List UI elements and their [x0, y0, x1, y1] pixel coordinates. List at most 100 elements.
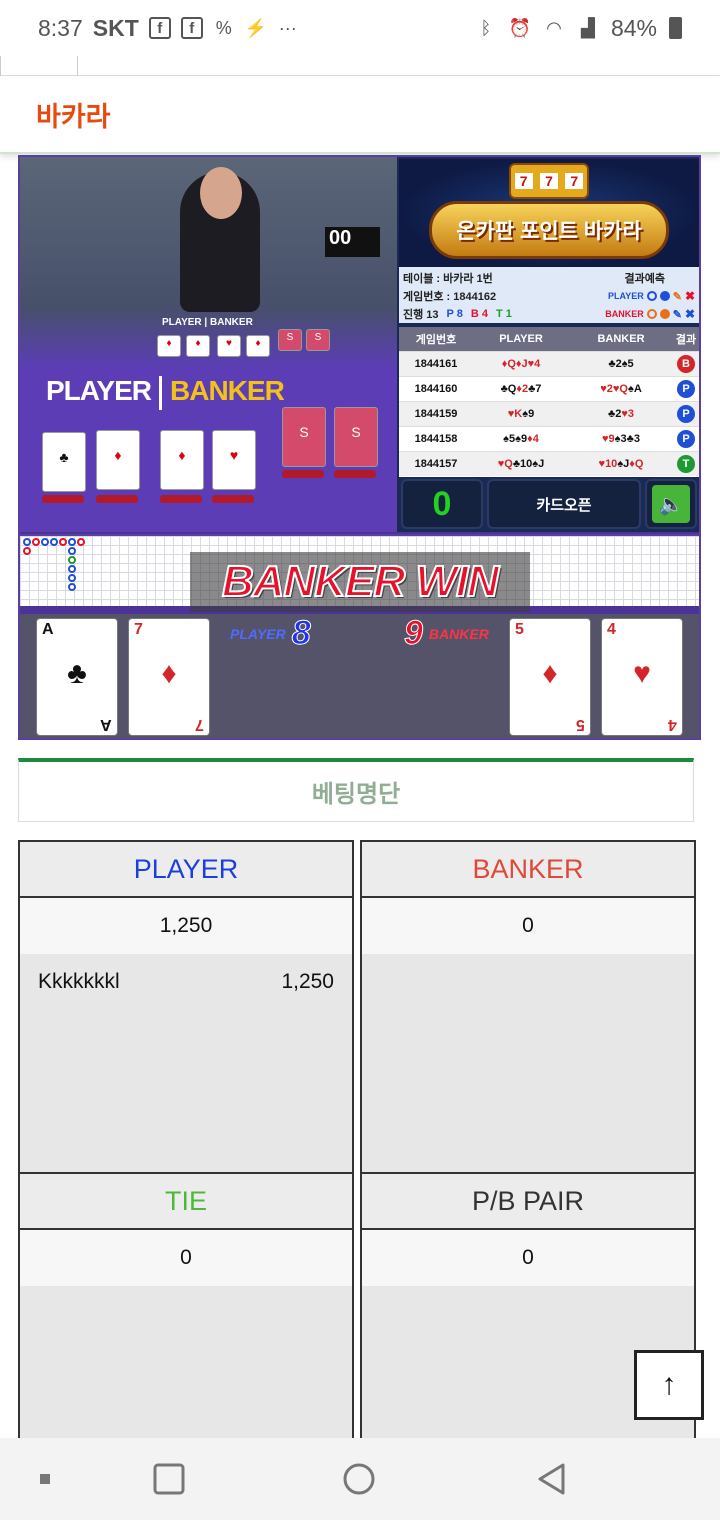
pencil-icon[interactable]: ✎ — [673, 290, 682, 303]
card-tray — [160, 495, 202, 503]
slot-machine-icon: 777 — [509, 163, 589, 199]
close-x-icon[interactable]: ✖ — [685, 289, 695, 303]
sound-toggle-button[interactable]: 🔈 — [645, 479, 697, 529]
history-col-player: PLAYER — [499, 333, 543, 345]
road-map-marker — [68, 547, 76, 555]
player-bet-title: PLAYER — [20, 842, 352, 898]
tab-divider — [0, 56, 1, 76]
progress-count: 진행 13 — [403, 309, 439, 321]
history-row: 1844159 ♥K♠9 ♣2♥3 P — [399, 401, 699, 426]
page-header: 바카라 — [0, 76, 720, 154]
banner-plate: 온카판 포인트 바카라 — [429, 201, 669, 259]
history-banker-cards: ♥2♥Q♠A — [600, 383, 642, 395]
table-mini-label: PLAYER | BANKER — [162, 317, 253, 328]
history-player-cards: ♠5♠9♦4 — [503, 433, 539, 445]
pencil-icon[interactable]: ✎ — [673, 308, 682, 321]
result-badge-icon: P — [677, 380, 695, 398]
history-result: B — [673, 355, 699, 373]
result-badge-icon: B — [677, 355, 695, 373]
result-badge-icon: P — [677, 430, 695, 448]
banker-card-1: 5 ♦ 5 — [509, 618, 591, 736]
tab-divider — [77, 56, 78, 76]
percent-badge-icon: % — [215, 17, 232, 38]
tie-bet-title: TIE — [20, 1174, 352, 1230]
status-time: 8:37 — [38, 14, 83, 41]
banker-score: 9 BANKER — [404, 614, 489, 653]
history-player-cards: ♥K♠9 — [507, 408, 535, 420]
road-map-marker — [41, 538, 49, 546]
recents-icon — [153, 1463, 185, 1495]
road-map-marker — [68, 556, 76, 564]
nav-recents-button[interactable] — [150, 1460, 188, 1498]
road-map-marker — [32, 538, 40, 546]
pair-bet-total: 0 — [362, 1230, 694, 1286]
table-card: ♦ — [160, 430, 204, 490]
history-game-number: 1844160 — [414, 383, 458, 395]
bet-entry-name: Kkkkkkkl — [38, 970, 120, 993]
history-col-game-number: 게임번호 — [415, 334, 457, 346]
table-card: ♣ — [42, 432, 86, 492]
result-text: BANKER WIN — [221, 556, 500, 607]
player-win-count: P 8 — [446, 308, 463, 320]
bet-entry-amount: 1,250 — [281, 970, 334, 993]
scroll-to-top-button[interactable]: ↑ — [634, 1350, 704, 1420]
more-notifications-icon: ··· — [278, 17, 297, 38]
card-tray — [42, 495, 84, 503]
table-card: ♦ — [157, 335, 181, 357]
history-banker-cards: ♥9♠3♣3 — [602, 433, 640, 445]
table-name: 테이블 : 바카라 1번 — [403, 273, 493, 285]
history-banker-cards: ♣2♠5 — [608, 358, 634, 370]
table-monitor: 00 — [325, 227, 380, 257]
player-score: PLAYER 8 — [230, 614, 311, 653]
banker-score-value: 9 — [404, 614, 424, 653]
live-video: 00 PLAYER | BANKER ♦ ♦ ♥ ♦ S S PLAYER BAN… — [20, 157, 397, 532]
close-x-icon[interactable]: ✖ — [685, 307, 695, 321]
nav-home-button[interactable] — [340, 1460, 378, 1498]
history-player-cards: ♦Q♦J♥4 — [501, 358, 541, 370]
banker-score-label: BANKER — [428, 625, 489, 642]
predict-player-dot-button[interactable] — [659, 291, 670, 301]
history-header: 게임번호 PLAYER BANKER 결과 — [399, 327, 699, 351]
table-card: ♦ — [186, 335, 210, 357]
history-result: P — [673, 405, 699, 423]
history-row: 1844161 ♦Q♦J♥4 ♣2♠5 B — [399, 351, 699, 376]
predict-player-ring-button[interactable] — [646, 291, 657, 301]
table-card-back: S — [282, 407, 326, 467]
prediction-label: 결과예측 — [624, 273, 665, 285]
betting-list-title: 베팅명단 — [311, 781, 401, 808]
road-map-marker — [68, 583, 76, 591]
history-row: 1844160 ♣Q♦2♣7 ♥2♥Q♠A P — [399, 376, 699, 401]
speaker-icon: 🔈 — [652, 485, 690, 523]
card-tray — [282, 470, 324, 478]
tie-count: T 1 — [495, 308, 512, 320]
card-open-button[interactable]: 카드오픈 — [487, 479, 641, 529]
banker-bet-box: BANKER 0 — [360, 840, 696, 1174]
history-player-cards: ♣Q♦2♣7 — [500, 383, 542, 395]
table-card: ♦ — [96, 430, 140, 490]
pair-bet-title: P/B PAIR — [362, 1174, 694, 1230]
status-carrier: SKT — [92, 14, 139, 41]
predict-banker-dot-button[interactable] — [659, 309, 670, 319]
history-col-banker: BANKER — [597, 333, 645, 345]
player-card-1: A ♣ A — [36, 618, 118, 736]
home-circle-icon — [343, 1463, 375, 1495]
history-game-number: 1844161 — [414, 358, 458, 370]
predict-banker-ring-button[interactable] — [646, 309, 657, 319]
countdown-display: 0 — [401, 479, 483, 529]
table-card-back: S — [278, 329, 302, 351]
player-score-label: PLAYER — [230, 625, 286, 642]
history-result: P — [673, 380, 699, 398]
card-tray — [212, 495, 254, 503]
status-bar: 8:37 SKT f f % ⚡ ··· ᛒ ⏰ ◠ ▟ 84% — [0, 0, 720, 56]
tie-bet-box: TIE 0 — [18, 1172, 354, 1452]
card-tray — [96, 495, 138, 503]
back-triangle-icon — [538, 1463, 565, 1495]
game-history-table: 게임번호 PLAYER BANKER 결과 1844161 ♦Q♦J♥4 ♣2♠5 B… — [399, 327, 699, 477]
flash-off-icon: ⚡ — [244, 17, 267, 38]
nav-back-button[interactable] — [532, 1460, 570, 1498]
banker-bet-total: 0 — [362, 898, 694, 954]
road-map-marker — [68, 565, 76, 573]
game-banner: 777 온카판 포인트 바카라 — [399, 159, 699, 267]
result-cards-area: A ♣ A 7 ♦ 7 PLAYER 8 9 BANKER 5 ♦ 5 4 ♥ … — [20, 614, 699, 738]
nav-menu-button[interactable] — [38, 1472, 52, 1486]
